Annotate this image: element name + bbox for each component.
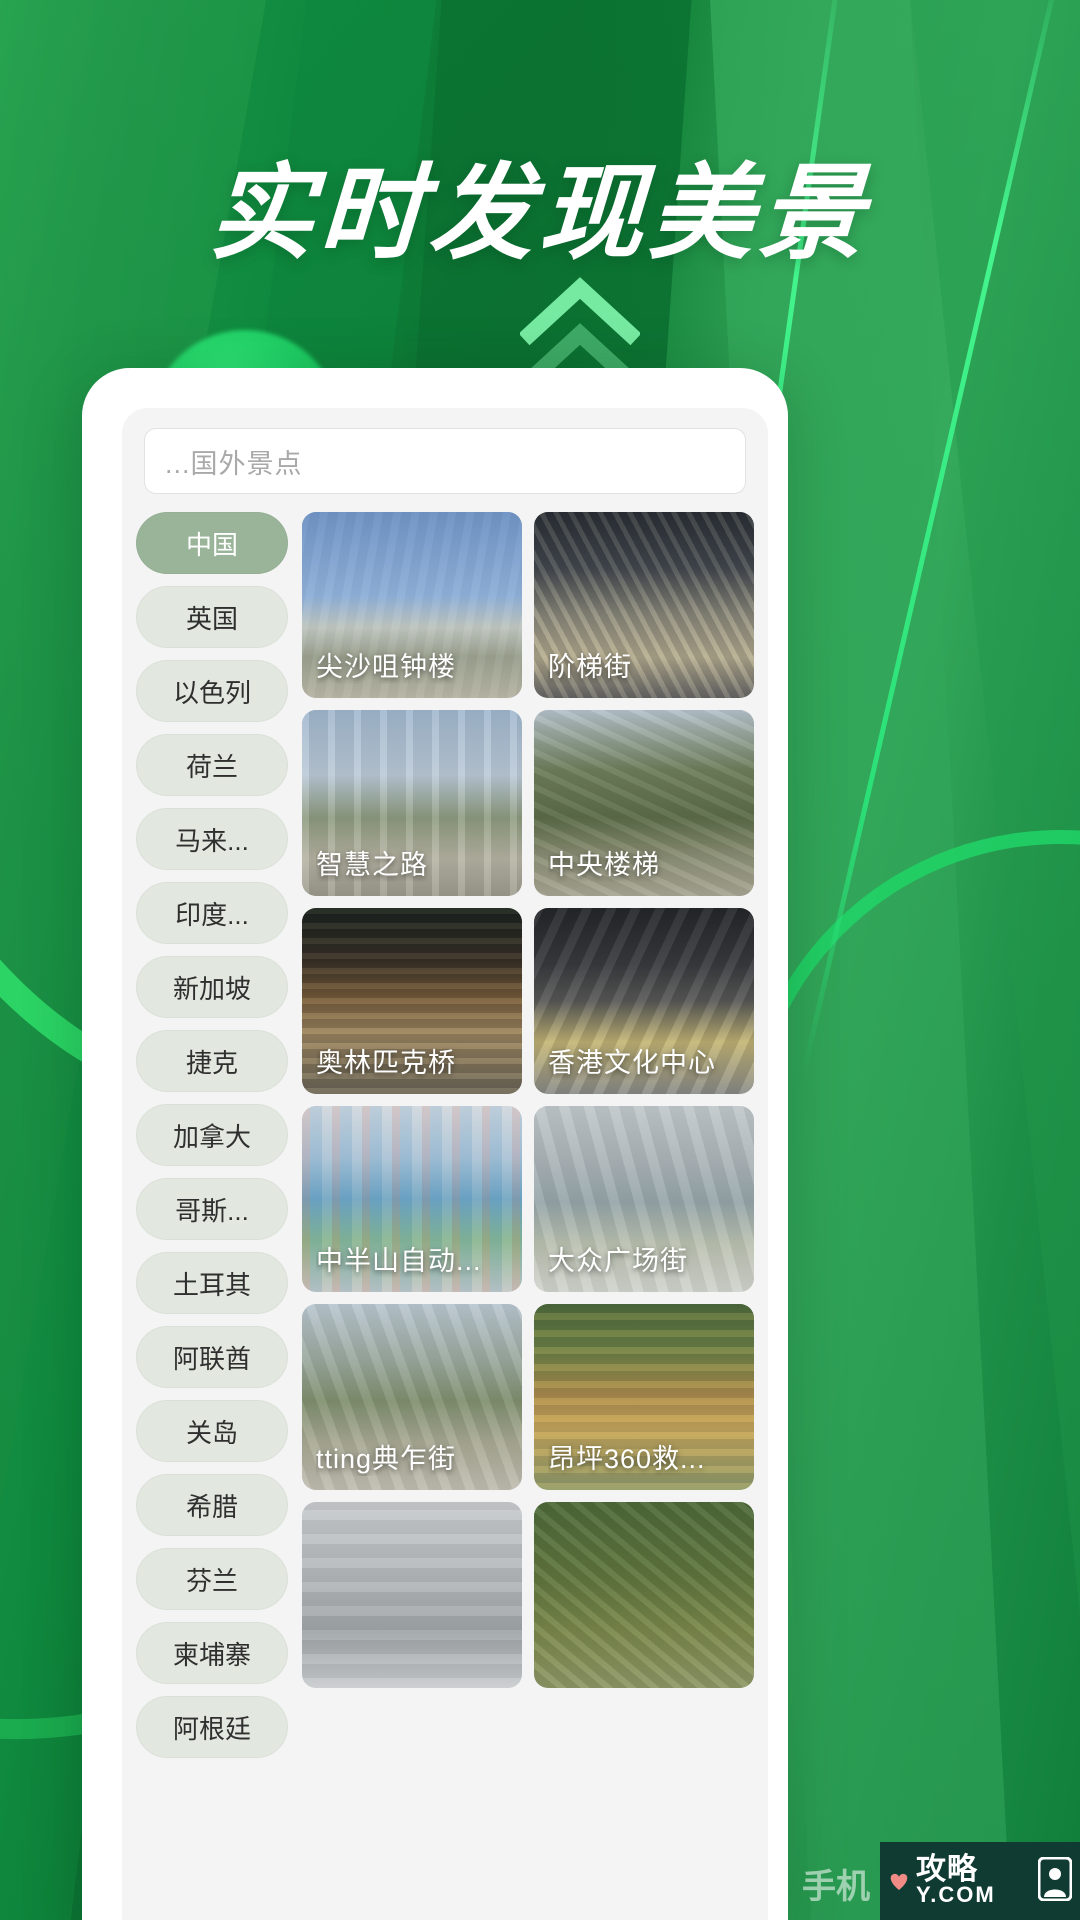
app-screen: ...国外景点 中国英国以色列荷兰马来... 印度... 新加坡捷克加拿大哥斯...… xyxy=(122,408,768,1920)
sidebar-item-7[interactable]: 捷克 xyxy=(136,1030,288,1092)
sidebar-item-12[interactable]: 关岛 xyxy=(136,1400,288,1462)
sidebar-item-label: 马来... xyxy=(175,825,249,856)
attraction-grid: 尖沙咀钟楼 阶梯街智慧之路 中央楼梯奥林匹克桥 香港文化中心中半山自动... 大众广场街… xyxy=(302,508,754,1920)
sidebar-item-label: 阿根廷 xyxy=(172,1713,251,1744)
attraction-card[interactable] xyxy=(302,1502,522,1688)
sidebar-item-0[interactable]: 中国 xyxy=(136,512,288,574)
sidebar-item-1[interactable]: 英国 xyxy=(136,586,288,648)
sidebar-item-label: 荷兰 xyxy=(185,751,238,782)
attraction-card[interactable]: 中半山自动... xyxy=(302,1106,522,1292)
attraction-card[interactable]: 智慧之路 xyxy=(302,710,522,896)
attraction-card[interactable]: 尖沙咀钟楼 xyxy=(302,512,522,698)
photo-texture xyxy=(534,1502,754,1688)
sidebar-item-label: 阿联酋 xyxy=(172,1343,251,1374)
watermark: 攻略 Y.COM xyxy=(880,1842,1080,1920)
heart-icon xyxy=(888,1871,910,1891)
sidebar-item-label: 关岛 xyxy=(185,1417,238,1448)
sidebar-item-10[interactable]: 土耳其 xyxy=(136,1252,288,1314)
page-title: 实时发现美景 xyxy=(206,152,873,274)
attraction-caption: 中半山自动... xyxy=(316,1246,482,1276)
sidebar-item-label: 新加坡 xyxy=(172,973,251,1004)
attraction-caption: 香港文化中心 xyxy=(548,1048,716,1078)
sidebar-item-label: 哥斯... xyxy=(175,1195,249,1226)
sidebar-item-5[interactable]: 印度... xyxy=(136,882,288,944)
attraction-caption: 大众广场街 xyxy=(548,1246,688,1276)
attraction-card[interactable]: 中央楼梯 xyxy=(534,710,754,896)
sidebar-item-label: 以色列 xyxy=(172,677,251,708)
sidebar-item-label: 土耳其 xyxy=(172,1269,251,1300)
sidebar-item-15[interactable]: 柬埔寨 xyxy=(136,1622,288,1684)
phone-user-icon xyxy=(1037,1856,1073,1906)
watermark-line2: Y.COM xyxy=(916,1881,996,1907)
sidebar-item-label: 印度... xyxy=(175,899,249,930)
attraction-caption: 中央楼梯 xyxy=(548,850,660,880)
attraction-card[interactable] xyxy=(534,1502,754,1688)
country-sidebar[interactable]: 中国英国以色列荷兰马来... 印度... 新加坡捷克加拿大哥斯... 土耳其阿联酋关岛… xyxy=(136,508,288,1920)
sidebar-item-4[interactable]: 马来... xyxy=(136,808,288,870)
attraction-caption: 智慧之路 xyxy=(316,850,428,880)
watermark-ghost-text: 手机 xyxy=(802,1868,870,1906)
content-area: 中国英国以色列荷兰马来... 印度... 新加坡捷克加拿大哥斯... 土耳其阿联酋关岛… xyxy=(122,508,768,1920)
attraction-caption: 奥林匹克桥 xyxy=(316,1048,456,1078)
sidebar-item-label: 英国 xyxy=(185,603,238,634)
sidebar-item-2[interactable]: 以色列 xyxy=(136,660,288,722)
attraction-card[interactable]: 大众广场街 xyxy=(534,1106,754,1292)
sidebar-item-label: 中国 xyxy=(185,529,238,560)
sidebar-item-label: 捷克 xyxy=(185,1047,238,1078)
sidebar-item-8[interactable]: 加拿大 xyxy=(136,1104,288,1166)
attraction-card[interactable]: 香港文化中心 xyxy=(534,908,754,1094)
sidebar-item-label: 芬兰 xyxy=(185,1565,238,1596)
attraction-caption: 阶梯街 xyxy=(548,652,632,682)
attraction-caption: tting典乍街 xyxy=(316,1444,457,1474)
photo-texture xyxy=(302,1502,522,1688)
sidebar-item-3[interactable]: 荷兰 xyxy=(136,734,288,796)
attraction-card[interactable]: tting典乍街 xyxy=(302,1304,522,1490)
sidebar-item-label: 希腊 xyxy=(185,1491,238,1522)
phone-mockup: ...国外景点 中国英国以色列荷兰马来... 印度... 新加坡捷克加拿大哥斯...… xyxy=(82,368,788,1920)
attraction-card[interactable]: 奥林匹克桥 xyxy=(302,908,522,1094)
sidebar-item-13[interactable]: 希腊 xyxy=(136,1474,288,1536)
sidebar-item-14[interactable]: 芬兰 xyxy=(136,1548,288,1610)
sidebar-item-label: 柬埔寨 xyxy=(172,1639,251,1670)
sidebar-item-11[interactable]: 阿联酋 xyxy=(136,1326,288,1388)
search-placeholder: ...国外景点 xyxy=(165,448,303,479)
attraction-caption: 昂坪360救... xyxy=(548,1444,706,1474)
sidebar-item-label: 加拿大 xyxy=(172,1121,251,1152)
sidebar-item-16[interactable]: 阿根廷 xyxy=(136,1696,288,1758)
watermark-line1: 攻略 xyxy=(916,1853,978,1887)
attraction-card[interactable]: 昂坪360救... xyxy=(534,1304,754,1490)
search-input[interactable]: ...国外景点 xyxy=(144,428,746,494)
attraction-card[interactable]: 阶梯街 xyxy=(534,512,754,698)
attraction-caption: 尖沙咀钟楼 xyxy=(316,652,456,682)
sidebar-item-9[interactable]: 哥斯... xyxy=(136,1178,288,1240)
chevron-up-icon xyxy=(520,272,640,382)
watermark-text: 攻略 Y.COM xyxy=(916,1853,996,1907)
sidebar-item-6[interactable]: 新加坡 xyxy=(136,956,288,1018)
search-bar-container: ...国外景点 xyxy=(122,408,768,508)
